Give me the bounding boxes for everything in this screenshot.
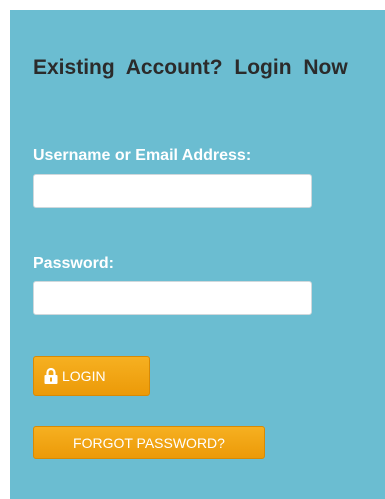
forgot-password-button[interactable]: FORGOT PASSWORD? — [33, 426, 265, 459]
password-input[interactable] — [33, 281, 312, 315]
login-panel: Existing Account? Login Now Username or … — [10, 10, 385, 499]
login-heading: Existing Account? Login Now — [33, 56, 348, 79]
login-button-label: LOGIN — [62, 368, 106, 384]
lock-icon — [44, 368, 58, 384]
password-label: Password: — [33, 255, 114, 272]
forgot-password-label: FORGOT PASSWORD? — [73, 434, 225, 451]
username-label: Username or Email Address: — [33, 147, 252, 164]
login-button[interactable]: LOGIN — [33, 356, 150, 396]
username-input[interactable] — [33, 174, 312, 208]
